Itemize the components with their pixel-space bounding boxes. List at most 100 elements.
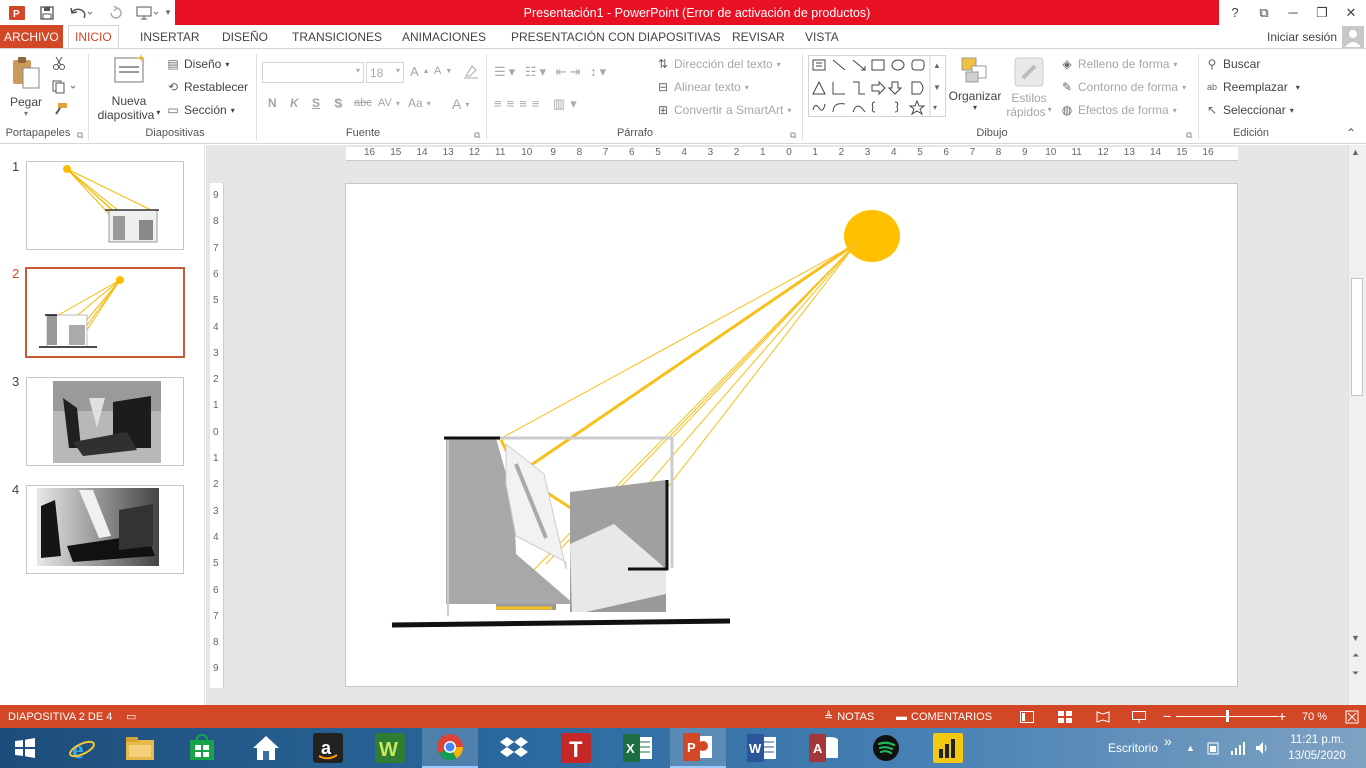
shape-outline-button[interactable]: ✎ Contorno de forma ▾ — [1060, 80, 1186, 94]
columns-icon[interactable]: ▥▾ — [553, 96, 582, 111]
zoom-slider-thumb[interactable] — [1226, 710, 1229, 722]
font-color-button[interactable]: A ▾ — [452, 96, 469, 112]
slide-thumbnail-1[interactable] — [26, 161, 184, 250]
char-spacing-button[interactable]: AV ▾ — [378, 97, 400, 109]
slide-thumbnail-3[interactable] — [26, 377, 184, 466]
scroll-thumb[interactable] — [1351, 278, 1363, 396]
help-button[interactable]: ? — [1221, 0, 1249, 25]
taskbar-t-app[interactable]: T — [548, 728, 604, 768]
ribbon-display-options-button[interactable]: ⧉ — [1250, 0, 1278, 25]
taskbar-dropbox[interactable] — [486, 728, 542, 768]
network-icon[interactable] — [1230, 728, 1246, 768]
paste-button[interactable]: Pegar ▾ — [6, 56, 46, 118]
section-button[interactable]: ▭ Sección ▾ — [166, 103, 234, 117]
taskbar-excel[interactable]: X — [610, 728, 666, 768]
shapes-gallery[interactable]: ▲ ▼ ▾ — [808, 55, 946, 117]
font-size-combobox[interactable]: 18 ▾ — [366, 62, 404, 83]
redo-icon[interactable] — [104, 2, 126, 23]
tab-inicio[interactable]: INICIO — [68, 25, 119, 49]
format-painter-icon[interactable] — [52, 102, 68, 119]
slide-canvas[interactable] — [345, 183, 1238, 687]
taskbar-access[interactable]: A — [796, 728, 852, 768]
normal-view-icon[interactable] — [1020, 705, 1034, 728]
powerpoint-logo-icon[interactable]: P — [6, 2, 28, 23]
bold-button[interactable]: N — [268, 96, 277, 110]
tab-vista[interactable]: VISTA — [799, 25, 845, 49]
find-button[interactable]: ⚲ Buscar — [1205, 57, 1261, 71]
select-button[interactable]: ↖ Seleccionar ▾ — [1205, 103, 1294, 117]
tab-revisar[interactable]: REVISAR — [726, 25, 791, 49]
taskbar-amazon[interactable]: a — [300, 728, 356, 768]
justify-icon[interactable]: ≡ — [532, 96, 545, 111]
slide-thumbnail-2[interactable] — [25, 267, 185, 358]
notes-button[interactable]: ≜ NOTAS — [824, 705, 874, 728]
clock[interactable]: 11:21 p.m. 13/05/2020 — [1282, 728, 1352, 768]
line-spacing-icon[interactable]: ↕▾ — [590, 64, 609, 79]
taskbar-word[interactable]: W — [734, 728, 790, 768]
smartart-button[interactable]: ⊞ Convertir a SmartArt ▾ — [656, 103, 791, 117]
copy-icon[interactable] — [52, 80, 78, 97]
clear-format-icon[interactable] — [462, 62, 480, 83]
taskbar-store[interactable] — [174, 728, 230, 768]
arrange-button[interactable]: Organizar ▾ — [948, 56, 1002, 112]
paragraph-launcher-icon[interactable]: ⧉ — [790, 130, 796, 141]
maximize-button[interactable]: ❐ — [1308, 0, 1336, 25]
comments-button[interactable]: ▬ COMENTARIOS — [896, 705, 992, 728]
tab-archivo[interactable]: ARCHIVO — [0, 25, 63, 49]
increase-indent-icon[interactable]: ⇥ — [570, 64, 584, 79]
slide-sorter-icon[interactable] — [1058, 705, 1072, 728]
slide-thumbnail-4[interactable] — [26, 485, 184, 574]
zoom-in-button[interactable]: + — [1278, 704, 1286, 727]
avatar[interactable] — [1342, 26, 1364, 48]
clipboard-launcher-icon[interactable]: ⧉ — [77, 130, 83, 141]
quick-styles-button[interactable]: Estilos rápidos ▾ — [1004, 56, 1054, 119]
battery-icon[interactable] — [1206, 728, 1222, 768]
tab-presentacion[interactable]: PRESENTACIÓN CON DIAPOSITIVAS — [505, 25, 727, 49]
taskbar-power-bi[interactable] — [920, 728, 976, 768]
italic-button[interactable]: K — [290, 96, 299, 110]
spelling-icon[interactable]: ▭ — [126, 705, 136, 728]
shape-fill-button[interactable]: ◈ Relleno de forma ▾ — [1060, 57, 1177, 71]
taskbar-chrome[interactable] — [422, 728, 478, 768]
underline-button[interactable]: S — [312, 96, 320, 110]
customize-icon[interactable]: ▾ — [162, 2, 174, 23]
align-text-button[interactable]: ⊟ Alinear texto ▾ — [656, 80, 749, 94]
toolbar-chevron[interactable]: » — [1164, 721, 1172, 761]
shape-effects-button[interactable]: ◍ Efectos de forma ▾ — [1060, 103, 1177, 117]
vertical-scrollbar[interactable] — [1348, 145, 1366, 705]
reset-button[interactable]: ⟲ Restablecer — [166, 80, 248, 94]
taskbar-spotify[interactable] — [858, 728, 914, 768]
change-case-button[interactable]: Aa ▾ — [408, 96, 431, 110]
tab-animaciones[interactable]: ANIMACIONES — [396, 25, 492, 49]
strikethrough-button[interactable]: abc — [354, 97, 372, 109]
desktop-toolbar-label[interactable]: Escritorio — [1108, 728, 1158, 768]
text-direction-button[interactable]: ⇅ Dirección del texto ▾ — [656, 57, 781, 71]
new-slide-button[interactable]: Nueva diapositiva ▾ — [94, 54, 164, 122]
minimize-button[interactable]: ─ — [1279, 0, 1307, 25]
start-button[interactable] — [0, 728, 50, 768]
list-buttons[interactable]: ☰▾ ☷▾ ⇤⇥ ↕▾ — [494, 64, 609, 80]
close-button[interactable]: ✕ — [1337, 0, 1365, 25]
undo-icon[interactable] — [66, 2, 96, 23]
shrink-font-button[interactable]: A ▼ — [434, 65, 452, 77]
volume-icon[interactable] — [1254, 728, 1270, 768]
bullets-icon[interactable]: ☰▾ — [494, 64, 518, 79]
align-right-icon[interactable]: ≡ — [519, 96, 532, 111]
present-icon[interactable] — [134, 2, 162, 23]
slideshow-view-icon[interactable] — [1132, 705, 1146, 728]
layout-button[interactable]: ▤ Diseño ▾ — [166, 57, 229, 71]
numbering-icon[interactable]: ☷▾ — [525, 64, 549, 79]
tab-transiciones[interactable]: TRANSICIONES — [286, 25, 388, 49]
drawing-launcher-icon[interactable]: ⧉ — [1186, 130, 1192, 141]
replace-button[interactable]: ab Reemplazar ▾ — [1205, 80, 1300, 94]
taskbar-wunderlist[interactable]: W — [362, 728, 418, 768]
shadow-button[interactable]: S — [334, 96, 342, 110]
fit-slide-icon[interactable] — [1345, 705, 1359, 728]
tab-insertar[interactable]: INSERTAR — [134, 25, 206, 49]
cut-icon[interactable] — [52, 56, 66, 73]
taskbar-home[interactable] — [238, 728, 294, 768]
scroll-down-icon[interactable]: ▼ — [1351, 633, 1360, 643]
scroll-up-icon[interactable]: ▲ — [1351, 147, 1360, 157]
show-hidden-icons-icon[interactable]: ▲ — [1186, 728, 1195, 768]
align-buttons[interactable]: ≡≡≡≡ ▥▾ — [494, 96, 582, 112]
